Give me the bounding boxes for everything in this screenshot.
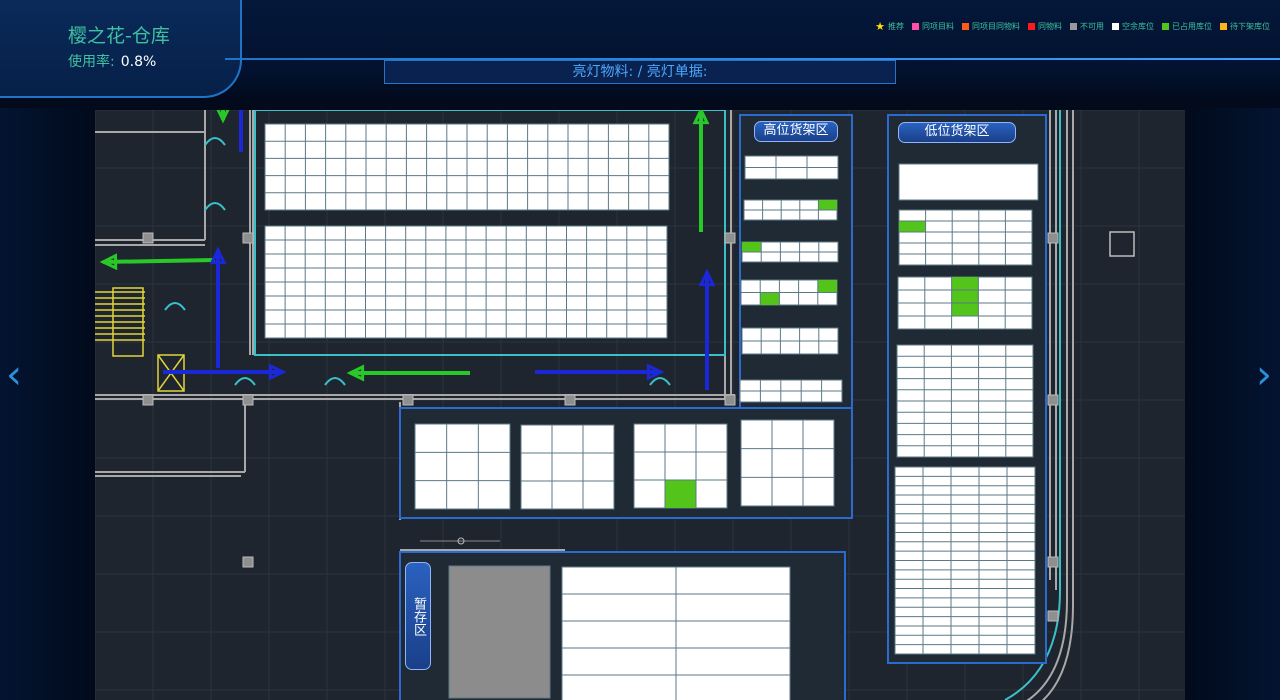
pillar (1047, 610, 1059, 622)
page-title: 樱之花-仓库 (68, 25, 170, 47)
legend-label: 同物料 (1038, 22, 1062, 31)
mid-shelf (520, 424, 615, 510)
legend-label: 空余库位 (1122, 22, 1154, 31)
square-icon (912, 23, 919, 30)
title-panel (0, 0, 242, 98)
pillar (724, 232, 736, 244)
storage-cell-occupied (760, 292, 780, 305)
door (164, 302, 186, 311)
storage-cell-occupied (951, 303, 979, 316)
square-icon (1162, 23, 1169, 30)
legend-item: 同项目同物料 (962, 21, 1020, 32)
pillar (242, 394, 254, 406)
chevron-right-icon[interactable]: › (1256, 355, 1272, 395)
square-icon (1070, 23, 1077, 30)
pillar (564, 394, 576, 406)
legend-item: 已占用库位 (1162, 21, 1212, 32)
header: 樱之花-仓库 使用率: 0.8% 亮灯物料: / 亮灯单据: ★ 推荐 同项目料 同项目… (0, 0, 1280, 100)
pillar (242, 556, 254, 568)
door (234, 377, 256, 386)
pillar (724, 394, 736, 406)
door (324, 377, 346, 386)
storage-cell-occupied (951, 277, 979, 290)
shelf (898, 163, 1039, 201)
pillar (242, 232, 254, 244)
map-canvas (95, 110, 1185, 700)
pillar (402, 394, 414, 406)
legend-item: 同项目料 (912, 21, 954, 32)
star-icon: ★ (875, 20, 885, 33)
square-icon (962, 23, 969, 30)
legend-label: 推荐 (888, 22, 904, 31)
storage-cell-occupied (665, 480, 696, 508)
legend-label: 同项目同物料 (972, 22, 1020, 31)
legend-item: 同物料 (1028, 21, 1062, 32)
legend-item: ★ 推荐 (875, 21, 904, 32)
chevron-left-icon[interactable]: ‹ (6, 355, 22, 395)
pillar (1109, 231, 1135, 257)
legend-label: 待下架库位 (1230, 22, 1270, 31)
legend-label: 已占用库位 (1172, 22, 1212, 31)
high-shelf-zone-label: 高位货架区 (754, 121, 838, 142)
left-side-panel (0, 108, 95, 700)
mid-shelf (740, 419, 835, 507)
square-icon (1220, 23, 1227, 30)
pillar (142, 394, 154, 406)
door (204, 202, 226, 211)
usage-label: 使用率: (68, 54, 115, 70)
warehouse-map: 高位货架区 低位货架区 暂存区 (95, 110, 1185, 700)
pillar (1047, 232, 1059, 244)
mid-shelf (414, 423, 511, 510)
arrow-line (102, 258, 216, 264)
storage-cell-occupied (817, 280, 837, 293)
door (649, 377, 671, 386)
square-icon (1028, 23, 1035, 30)
low-shelf (898, 209, 1033, 266)
door (204, 137, 226, 146)
right-side-panel (1185, 108, 1280, 700)
legend: ★ 推荐 同项目料 同项目同物料 同物料 不可用 空余库位 已占用库位 待下架库位 (875, 21, 1270, 32)
square-icon (1112, 23, 1119, 30)
storage-cell-occupied (742, 242, 762, 252)
legend-item: 空余库位 (1112, 21, 1154, 32)
storage-cell-unavailable (448, 565, 551, 699)
legend-label: 不可用 (1080, 22, 1104, 31)
pillar (1047, 556, 1059, 568)
usage-value: 0.8% (120, 54, 157, 70)
temp-storage-zone-label: 暂存区 (405, 562, 431, 670)
pillar (1047, 394, 1059, 406)
legend-label: 同项目料 (922, 22, 954, 31)
storage-cell-occupied (951, 290, 979, 303)
legend-item: 待下架库位 (1220, 21, 1270, 32)
storage-cell-occupied (818, 200, 837, 210)
usage-rate: 使用率: 0.8% (68, 51, 156, 71)
legend-item: 不可用 (1070, 21, 1104, 32)
light-bar: 亮灯物料: / 亮灯单据: (384, 60, 896, 84)
pillar (142, 232, 154, 244)
storage-cell-occupied (899, 221, 926, 232)
low-shelf-zone-label: 低位货架区 (898, 122, 1016, 143)
